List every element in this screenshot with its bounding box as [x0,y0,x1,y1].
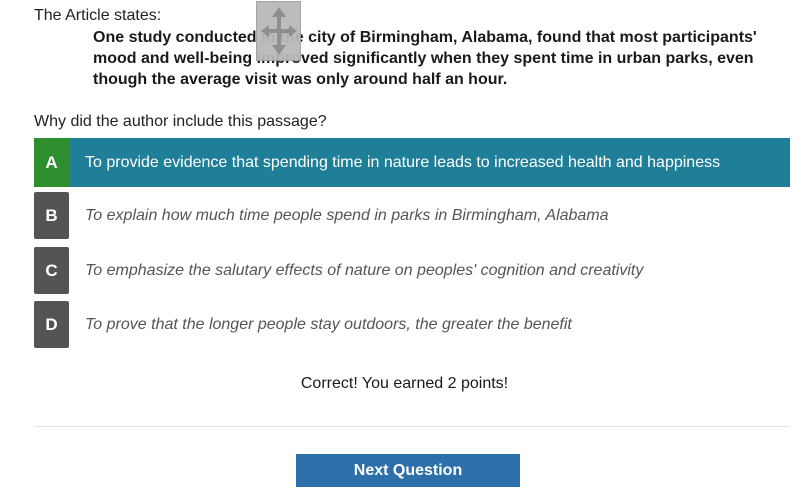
answer-option-b[interactable]: B To explain how much time people spend … [34,192,790,239]
move-handle[interactable] [256,1,301,61]
option-letter-d: D [34,301,69,348]
answer-option-c[interactable]: C To emphasize the salutary effects of n… [34,247,790,294]
answer-option-a[interactable]: A To provide evidence that spending time… [34,138,790,187]
article-quote: One study conducted in the city of Birmi… [93,29,757,88]
option-text-d: To prove that the longer people stay out… [85,316,572,333]
question-page: The Article states: One study conducted … [0,0,809,494]
option-letter-a: A [34,138,69,187]
option-letter-b: B [34,192,69,239]
next-question-button[interactable]: Next Question [296,454,520,487]
article-intro: The Article states: [34,7,162,24]
option-letter-c: C [34,247,69,294]
answer-option-d[interactable]: D To prove that the longer people stay o… [34,301,790,348]
option-text-a: To provide evidence that spending time i… [85,154,721,171]
move-arrows-icon [260,7,297,55]
option-text-b: To explain how much time people spend in… [85,207,609,224]
option-text-c: To emphasize the salutary effects of nat… [85,262,644,279]
feedback-message: Correct! You earned 2 points! [300,375,509,392]
divider [34,426,790,427]
question-text: Why did the author include this passage? [34,113,327,130]
